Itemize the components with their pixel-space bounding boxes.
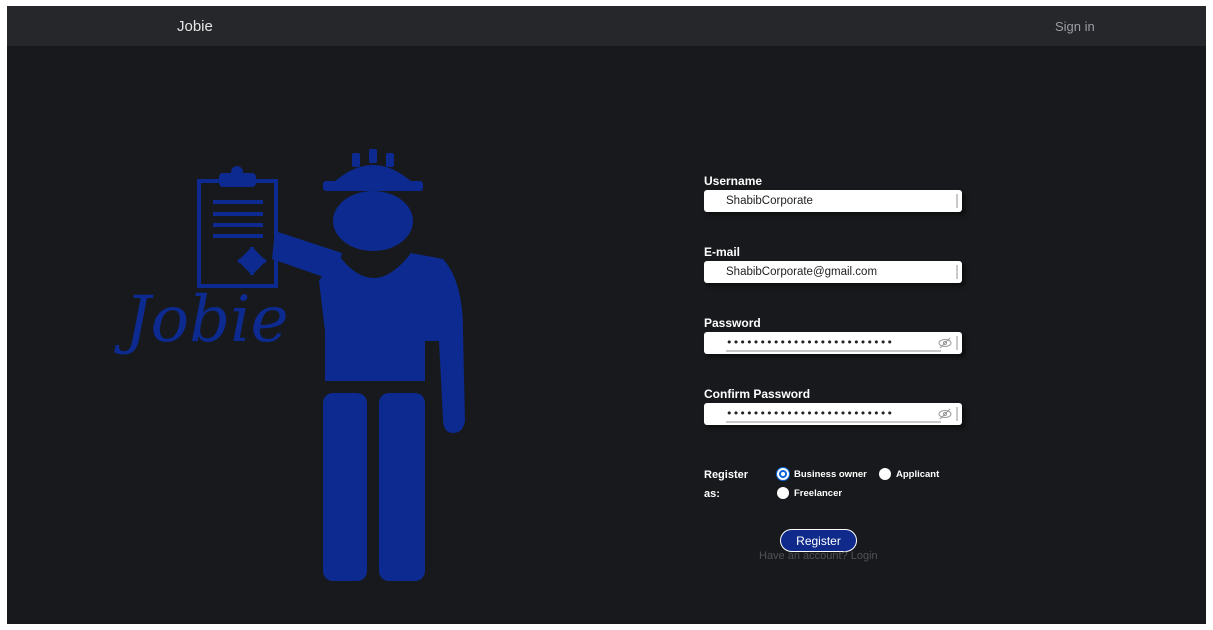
- password-field: Password •••••••••••••••••••••••••: [704, 316, 964, 354]
- radio-unchecked-icon: [879, 468, 891, 480]
- app-frame: Jobie Sign in Jobie Username ShabibCorpo…: [7, 6, 1206, 624]
- radio-checked-icon: [777, 468, 789, 480]
- radio-unchecked-icon: [777, 487, 789, 499]
- email-input[interactable]: [726, 263, 926, 281]
- password-dots: •••••••••••••••••••••••••: [726, 336, 894, 349]
- username-input[interactable]: [726, 192, 926, 210]
- brand-link[interactable]: Jobie: [177, 18, 213, 35]
- register-as-label: Register as:: [704, 466, 754, 504]
- email-input-box: [704, 261, 962, 283]
- hero-logo-text: Jobie: [114, 283, 289, 357]
- radio-applicant[interactable]: Applicant: [879, 468, 939, 480]
- username-label: Username: [704, 174, 763, 188]
- register-as-label-line2: as:: [704, 488, 720, 500]
- radio-business-owner-label: Business owner: [794, 468, 867, 480]
- email-field: E-mail: [704, 245, 964, 283]
- confirm-password-label: Confirm Password: [704, 387, 811, 401]
- worker-illustration: Jobie: [114, 149, 465, 581]
- sign-in-link[interactable]: Sign in: [1055, 19, 1095, 34]
- register-button[interactable]: Register: [780, 529, 857, 552]
- confirm-password-underline: [726, 421, 941, 423]
- username-input-box: [704, 190, 962, 212]
- password-label: Password: [704, 316, 761, 330]
- eye-slash-icon[interactable]: [938, 408, 952, 420]
- confirm-password-input[interactable]: •••••••••••••••••••••••••: [704, 403, 962, 425]
- radio-freelancer[interactable]: Freelancer: [777, 487, 842, 499]
- password-underline: [726, 350, 941, 352]
- register-as-label-line1: Register: [704, 469, 749, 481]
- register-as-group: Register as: Business owner Applicant Fr…: [704, 466, 964, 516]
- radio-applicant-label: Applicant: [896, 468, 940, 480]
- top-navbar: Jobie Sign in: [7, 6, 1206, 46]
- login-link[interactable]: Have an account? Login: [759, 550, 878, 562]
- radio-business-owner[interactable]: Business owner: [777, 468, 867, 480]
- hard-hat-icon: [323, 149, 423, 191]
- email-label: E-mail: [704, 245, 741, 259]
- confirm-password-dots: •••••••••••••••••••••••••: [726, 407, 894, 420]
- radio-freelancer-label: Freelancer: [794, 487, 843, 499]
- password-input[interactable]: •••••••••••••••••••••••••: [704, 332, 962, 354]
- clipboard-icon: [197, 166, 278, 288]
- confirm-password-field: Confirm Password •••••••••••••••••••••••…: [704, 387, 964, 425]
- eye-slash-icon[interactable]: [938, 337, 952, 349]
- username-field: Username: [704, 174, 964, 212]
